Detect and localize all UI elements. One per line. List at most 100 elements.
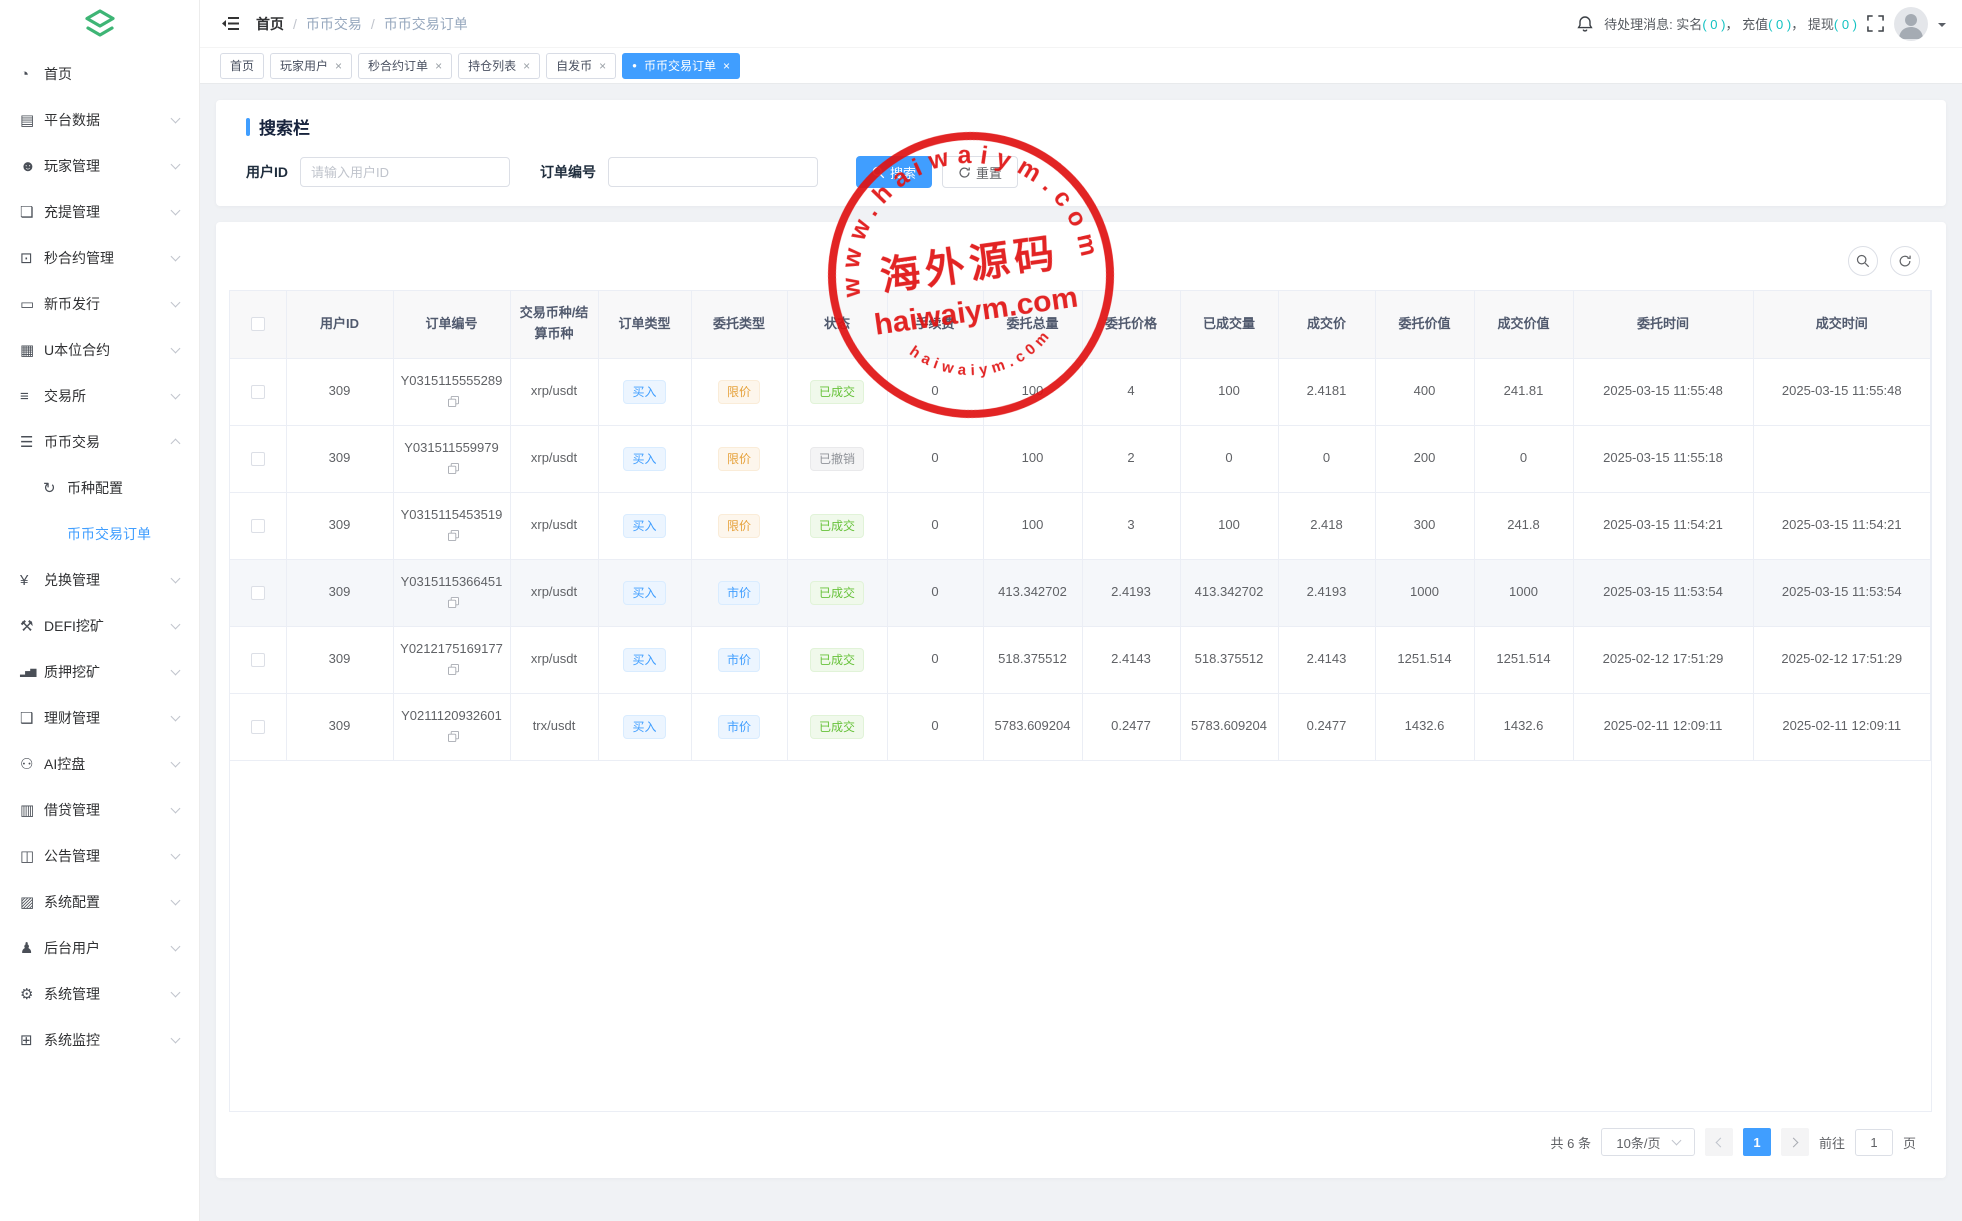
tab-self-coin[interactable]: 自发币 × bbox=[546, 53, 616, 79]
content: 搜索栏 用户ID 订单编号 搜索 bbox=[200, 84, 1962, 1221]
copy-icon[interactable] bbox=[448, 530, 459, 541]
limit-tag: 限价 bbox=[718, 380, 760, 404]
tab-position-list[interactable]: 持仓列表 × bbox=[458, 53, 540, 79]
cell-price: 2 bbox=[1082, 425, 1180, 492]
sidebar-item-coin-trade[interactable]: ☰ 币币交易 bbox=[0, 419, 199, 465]
cell-price: 3 bbox=[1082, 492, 1180, 559]
sidebar-item-system-monitor[interactable]: ⊞ 系统监控 bbox=[0, 1017, 199, 1063]
sidebar-item-ai-control[interactable]: ⚇ AI控盘 bbox=[0, 741, 199, 787]
close-icon[interactable]: × bbox=[335, 59, 342, 73]
row-checkbox[interactable] bbox=[251, 720, 265, 734]
cell-deal-value: 241.81 bbox=[1474, 358, 1573, 425]
row-checkbox[interactable] bbox=[251, 385, 265, 399]
page-size-select[interactable]: 10条/页 bbox=[1601, 1128, 1695, 1156]
cell-deal-time bbox=[1753, 425, 1931, 492]
collapse-menu-icon[interactable] bbox=[222, 16, 240, 31]
row-checkbox[interactable] bbox=[251, 586, 265, 600]
sidebar-item-player-mgmt[interactable]: ☻ 玩家管理 bbox=[0, 143, 199, 189]
robot-icon: ⚇ bbox=[20, 755, 44, 773]
sidebar-item-seconds-contract[interactable]: ⊡ 秒合约管理 bbox=[0, 235, 199, 281]
cell-status: 已成交 bbox=[787, 693, 887, 760]
row-checkbox[interactable] bbox=[251, 519, 265, 533]
chevron-down-icon bbox=[171, 804, 181, 814]
chevron-down-icon bbox=[171, 298, 181, 308]
user-id-input[interactable] bbox=[300, 157, 510, 187]
sidebar-item-coin-config[interactable]: ↻ 币种配置 bbox=[0, 465, 199, 511]
bell-icon[interactable] bbox=[1576, 15, 1594, 33]
sidebar-item-coin-trade-orders[interactable]: 币币交易订单 bbox=[0, 511, 199, 557]
cell-deal-price: 2.4193 bbox=[1278, 559, 1375, 626]
cell-user-id: 309 bbox=[286, 693, 393, 760]
sidebar-item-finance-mgmt[interactable]: ❑ 理财管理 bbox=[0, 695, 199, 741]
sidebar-item-label: 平台数据 bbox=[44, 110, 100, 130]
breadcrumb-separator: / bbox=[293, 16, 297, 32]
sidebar-item-home[interactable]: ◔ 首页 bbox=[0, 51, 199, 97]
reset-button-label: 重置 bbox=[976, 163, 1002, 182]
cell-order-type: 买入 bbox=[598, 358, 691, 425]
refresh-tool-button[interactable] bbox=[1890, 246, 1920, 276]
current-page-button[interactable]: 1 bbox=[1743, 1128, 1771, 1156]
cell-price: 4 bbox=[1082, 358, 1180, 425]
close-icon[interactable]: × bbox=[599, 59, 606, 73]
tab-player-users[interactable]: 玩家用户 × bbox=[270, 53, 352, 79]
open-book-icon: ◫ bbox=[20, 847, 44, 865]
close-icon[interactable]: × bbox=[523, 59, 530, 73]
goto-page-input[interactable] bbox=[1855, 1129, 1893, 1156]
chevron-down-icon bbox=[171, 620, 181, 630]
sidebar-item-exchange[interactable]: ≡ 交易所 bbox=[0, 373, 199, 419]
cell-deal-value: 0 bbox=[1474, 425, 1573, 492]
copy-icon[interactable] bbox=[448, 731, 459, 742]
sidebar-item-label: 系统管理 bbox=[44, 984, 100, 1004]
sidebar-item-u-contract[interactable]: ▦ U本位合约 bbox=[0, 327, 199, 373]
select-all-checkbox[interactable] bbox=[251, 317, 265, 331]
table-row: 309 Y0315115555289 xrp/usdt 买入 限价 已成交 0 … bbox=[230, 358, 1931, 425]
copy-icon[interactable] bbox=[448, 463, 459, 474]
sidebar-item-system-mgmt[interactable]: ⚙ 系统管理 bbox=[0, 971, 199, 1017]
sidebar-item-label: 交易所 bbox=[44, 386, 86, 406]
sidebar-item-loan-mgmt[interactable]: ▥ 借贷管理 bbox=[0, 787, 199, 833]
copy-icon[interactable] bbox=[448, 597, 459, 608]
sidebar-item-stake-mining[interactable]: ▂▅▇ 质押挖矿 bbox=[0, 649, 199, 695]
user-icon: ☻ bbox=[20, 158, 44, 175]
cell-entrust-type: 限价 bbox=[691, 425, 787, 492]
sidebar-menu: ◔ 首页 ▤ 平台数据 ☻ 玩家管理 ❏ 充提管理 ⊡ 秒合约管理 ▭ 新币发行 bbox=[0, 51, 199, 1083]
cell-fee: 0 bbox=[887, 626, 983, 693]
tab-coin-trade-orders[interactable]: ● 币币交易订单 × bbox=[622, 53, 740, 79]
prev-page-button[interactable] bbox=[1705, 1128, 1733, 1156]
copy-icon[interactable] bbox=[448, 664, 459, 675]
sidebar-item-announcement[interactable]: ◫ 公告管理 bbox=[0, 833, 199, 879]
reset-button[interactable]: 重置 bbox=[942, 156, 1018, 188]
sidebar-item-defi-mining[interactable]: ⚒ DEFI挖矿 bbox=[0, 603, 199, 649]
order-no-input[interactable] bbox=[608, 157, 818, 187]
sidebar-item-deposit-withdraw[interactable]: ❏ 充提管理 bbox=[0, 189, 199, 235]
zoom-tool-button[interactable] bbox=[1848, 246, 1878, 276]
sidebar-item-platform-data[interactable]: ▤ 平台数据 bbox=[0, 97, 199, 143]
chevron-down-icon bbox=[171, 666, 181, 676]
header-checkbox-cell bbox=[230, 291, 286, 358]
breadcrumb-item[interactable]: 币币交易 bbox=[306, 14, 362, 34]
breadcrumb-item[interactable]: 首页 bbox=[256, 14, 284, 34]
next-page-button[interactable] bbox=[1781, 1128, 1809, 1156]
gear-icon: ⚙ bbox=[20, 985, 44, 1003]
close-icon[interactable]: × bbox=[723, 59, 730, 73]
mining-icon: ⚒ bbox=[20, 617, 44, 635]
row-checkbox[interactable] bbox=[251, 452, 265, 466]
tab-seconds-orders[interactable]: 秒合约订单 × bbox=[358, 53, 452, 79]
market-tag: 市价 bbox=[718, 715, 760, 739]
close-icon[interactable]: × bbox=[435, 59, 442, 73]
sidebar-item-system-config[interactable]: ▨ 系统配置 bbox=[0, 879, 199, 925]
sidebar-item-swap-mgmt[interactable]: ¥ 兑换管理 bbox=[0, 557, 199, 603]
row-checkbox[interactable] bbox=[251, 653, 265, 667]
chevron-down-icon[interactable] bbox=[1938, 23, 1946, 31]
sidebar-item-label: 玩家管理 bbox=[44, 156, 100, 176]
sidebar-item-label: 质押挖矿 bbox=[44, 662, 100, 682]
tab-home[interactable]: 首页 bbox=[220, 53, 264, 79]
active-dot-icon: ● bbox=[632, 62, 637, 70]
avatar[interactable] bbox=[1894, 7, 1928, 41]
sidebar-item-new-coin[interactable]: ▭ 新币发行 bbox=[0, 281, 199, 327]
search-button[interactable]: 搜索 bbox=[856, 156, 932, 188]
sidebar-item-label: 后台用户 bbox=[44, 938, 100, 958]
copy-icon[interactable] bbox=[448, 396, 459, 407]
sidebar-item-admin-users[interactable]: ♟ 后台用户 bbox=[0, 925, 199, 971]
fullscreen-icon[interactable] bbox=[1867, 15, 1884, 32]
